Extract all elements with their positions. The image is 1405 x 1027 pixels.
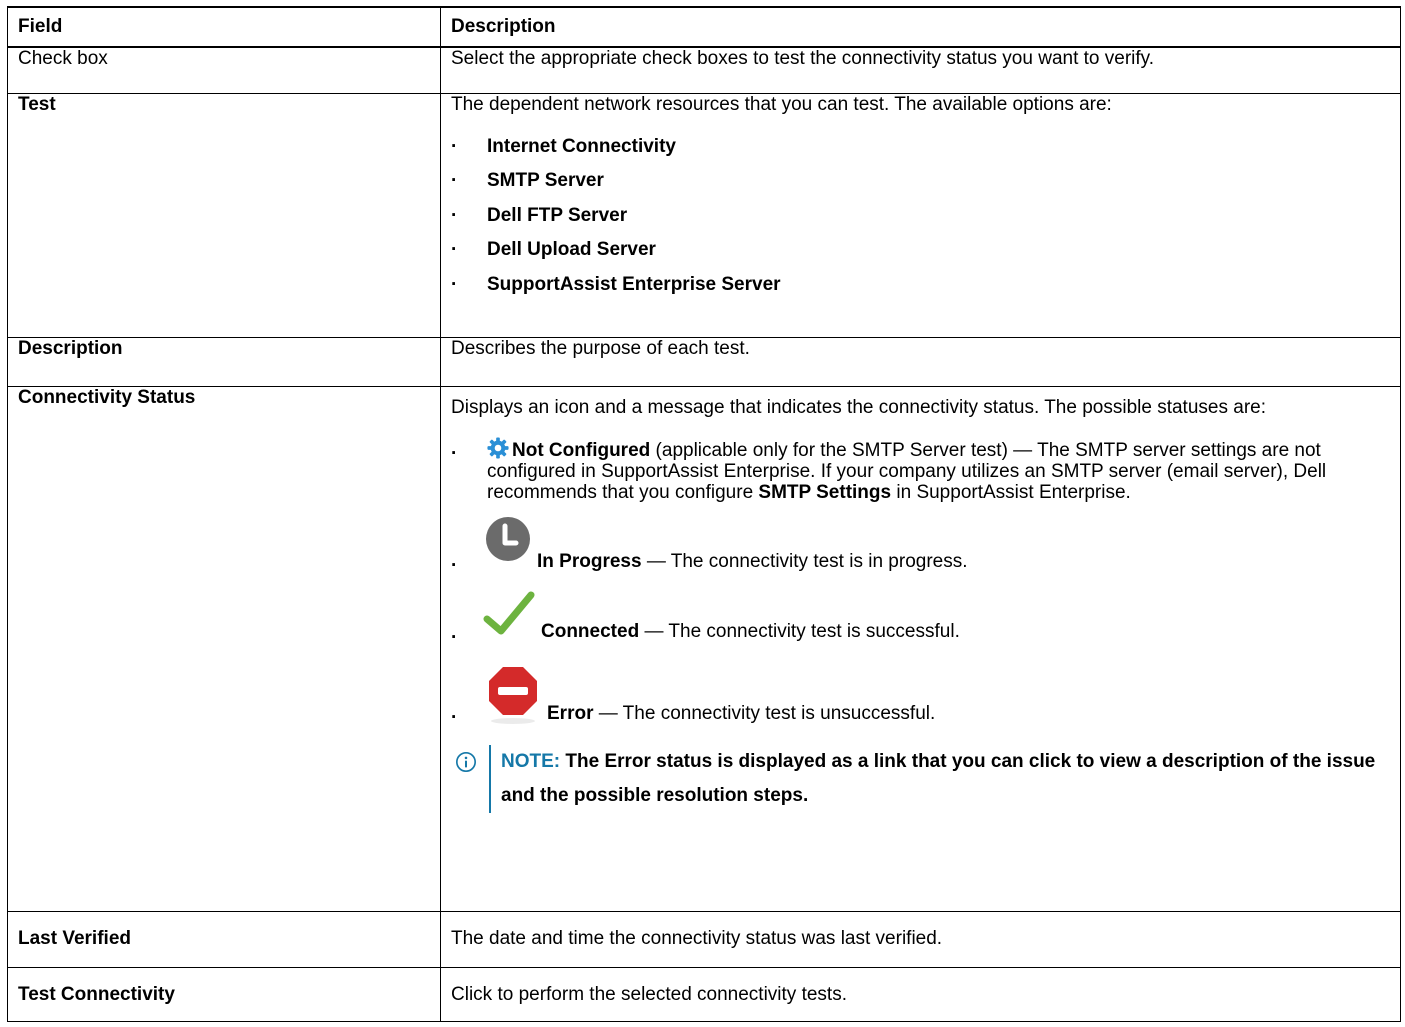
test-options-list: Internet Connectivity SMTP Server Dell F… <box>451 130 1390 303</box>
gear-icon <box>487 436 509 459</box>
field-description: Description <box>7 336 441 387</box>
table-row: Connectivity Status Displays an icon and… <box>7 385 1401 912</box>
field-checkbox: Check box <box>7 46 441 94</box>
table-row: Check box Select the appropriate check b… <box>7 46 1401 94</box>
info-icon <box>456 751 476 772</box>
header-description: Description <box>440 6 1401 48</box>
field-test: Test <box>7 92 441 338</box>
table-header-row: Field Description <box>7 6 1401 48</box>
list-item: SupportAssist Enterprise Server <box>451 268 1390 303</box>
table-row: Description Describes the purpose of eac… <box>7 336 1401 387</box>
error-icon <box>489 666 537 724</box>
field-connectivity-status: Connectivity Status <box>7 385 441 912</box>
status-not-configured: · Not Configured (applicable only for th… <box>451 436 1390 503</box>
smtp-settings-emphasis: SMTP Settings <box>758 481 892 503</box>
status-label: In Progress <box>537 550 642 572</box>
header-field: Field <box>7 6 441 48</box>
status-intro: Displays an icon and a message that indi… <box>451 396 1266 418</box>
desc-test-connectivity: Click to perform the selected connectivi… <box>440 966 1401 1022</box>
status-text: in SupportAssist Enterprise. <box>891 481 1131 503</box>
test-intro: The dependent network resources that you… <box>451 93 1112 115</box>
list-item: Dell Upload Server <box>451 233 1390 268</box>
status-in-progress: · In Progress — The connectivity test is… <box>451 515 1390 579</box>
field-description-table: Field Description Check box Select the a… <box>7 6 1401 1022</box>
desc-checkbox: Select the appropriate check boxes to te… <box>440 46 1401 94</box>
note-box: NOTE: The Error status is displayed as a… <box>451 744 1390 813</box>
note-body: NOTE: The Error status is displayed as a… <box>489 744 1390 813</box>
table-row: Last Verified The date and time the conn… <box>7 910 1401 968</box>
clock-icon <box>486 516 530 561</box>
status-list: · Not Configured (applicable only for th… <box>451 436 1390 731</box>
list-item: SMTP Server <box>451 164 1390 199</box>
desc-test: The dependent network resources that you… <box>440 92 1401 338</box>
status-text: — The connectivity test is successful. <box>639 620 960 642</box>
status-connected: · Connected — The connectivity test is s… <box>451 589 1390 651</box>
desc-connectivity-status: Displays an icon and a message that indi… <box>440 385 1401 912</box>
list-item: Internet Connectivity <box>451 130 1390 165</box>
list-item: Dell FTP Server <box>451 199 1390 234</box>
desc-description: Describes the purpose of each test. <box>440 336 1401 387</box>
table-row: Test Connectivity Click to perform the s… <box>7 966 1401 1022</box>
field-last-verified: Last Verified <box>7 910 441 968</box>
status-label: Error <box>547 702 594 724</box>
desc-last-verified: The date and time the connectivity statu… <box>440 910 1401 968</box>
status-text: — The connectivity test is in progress. <box>641 550 968 572</box>
note-label: NOTE: <box>501 750 561 772</box>
table-row: Test The dependent network resources tha… <box>7 92 1401 338</box>
status-text: — The connectivity test is unsuccessful. <box>593 702 936 724</box>
status-error: · Error — The connectivity test is unsuc… <box>451 663 1390 731</box>
status-label: Not Configured <box>512 439 651 461</box>
status-label: Connected <box>541 620 640 642</box>
field-test-connectivity: Test Connectivity <box>7 966 441 1022</box>
note-text: The Error status is displayed as a link … <box>501 750 1376 806</box>
checkmark-icon <box>483 591 535 634</box>
